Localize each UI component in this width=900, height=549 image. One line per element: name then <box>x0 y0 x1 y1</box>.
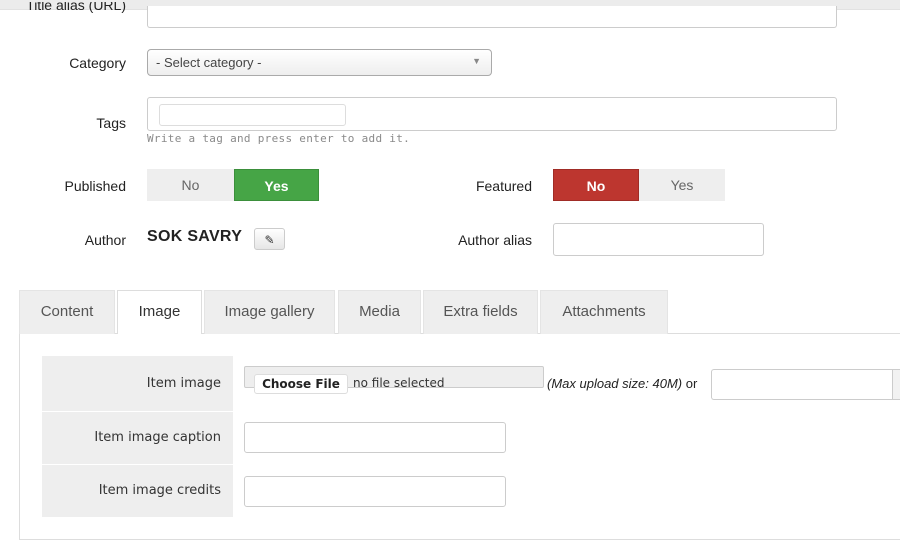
max-upload-note: (Max upload size: 40M) or <box>547 376 697 391</box>
published-yes-button[interactable]: Yes <box>234 169 319 201</box>
tab-attachments[interactable]: Attachments <box>540 290 668 334</box>
category-selected-value: - Select category - <box>156 55 262 70</box>
category-label: Category <box>69 55 126 71</box>
author-alias-label: Author alias <box>458 232 532 248</box>
item-image-credits-input[interactable] <box>244 476 506 507</box>
image-url-input[interactable] <box>711 369 900 400</box>
choose-file-button[interactable]: Choose File <box>254 374 348 394</box>
author-name: SOK SAVRY <box>147 228 243 245</box>
item-image-label: Item image <box>42 356 233 411</box>
tab-extra-fields[interactable]: Extra fields <box>423 290 538 334</box>
published-label: Published <box>64 178 127 194</box>
tab-content[interactable]: Content <box>19 290 115 334</box>
item-image-caption-input[interactable] <box>244 422 506 453</box>
browse-server-button[interactable] <box>892 369 900 400</box>
tab-media[interactable]: Media <box>338 290 421 334</box>
chevron-down-icon: ▼ <box>472 56 481 66</box>
file-status: no file selected <box>353 376 445 390</box>
item-image-caption-label: Item image caption <box>42 412 233 464</box>
featured-label: Featured <box>475 178 532 194</box>
edit-author-button[interactable]: ✎ <box>254 228 285 250</box>
author-alias-input[interactable] <box>553 223 764 256</box>
tab-image-gallery[interactable]: Image gallery <box>204 290 335 334</box>
published-no-button[interactable]: No <box>147 169 234 201</box>
featured-no-button[interactable]: No <box>553 169 639 201</box>
max-upload-size: (Max upload size: 40M) <box>547 376 683 391</box>
featured-yes-button[interactable]: Yes <box>639 169 725 201</box>
tab-image[interactable]: Image <box>117 290 202 335</box>
tags-label: Tags <box>96 115 126 131</box>
pencil-icon: ✎ <box>264 233 275 247</box>
tags-hint: Write a tag and press enter to add it. <box>147 132 411 145</box>
category-select[interactable]: - Select category - ▼ <box>147 49 492 76</box>
author-label: Author <box>84 232 126 248</box>
title-alias-input[interactable] <box>147 6 837 28</box>
title-alias-label: Title alias (URL) <box>26 2 126 13</box>
or-text: or <box>685 376 698 391</box>
item-image-credits-label: Item image credits <box>42 465 233 517</box>
tags-input[interactable] <box>159 104 346 126</box>
